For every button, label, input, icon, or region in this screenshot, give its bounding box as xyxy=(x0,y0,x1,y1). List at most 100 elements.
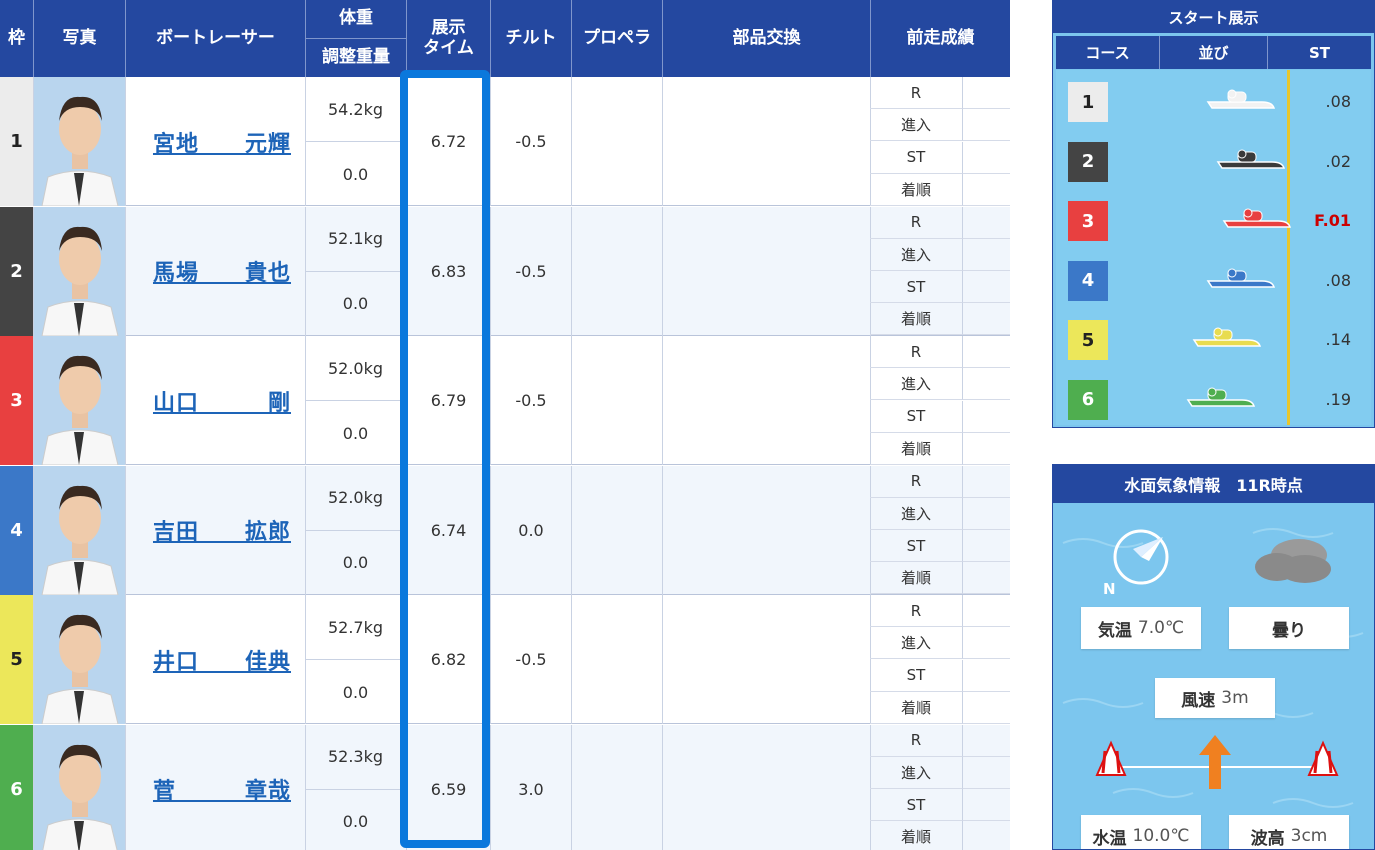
boat-icon xyxy=(1206,268,1276,288)
racer-photo xyxy=(34,77,126,206)
prev-result-label: 進入 xyxy=(870,627,963,660)
adjust-weight: 0.0 xyxy=(305,659,407,724)
parts-exchange-cell xyxy=(663,724,871,850)
water-temperature-value: 10.0℃ xyxy=(1132,826,1190,846)
boat-icon xyxy=(1206,89,1276,109)
prev-result-value xyxy=(963,692,1010,724)
header-adjust-weight: 調整重量 xyxy=(306,38,407,77)
start-display-header: コース 並び ST xyxy=(1056,36,1371,69)
exhibit-time: 6.83 xyxy=(407,206,491,336)
prev-result-value xyxy=(963,174,1010,206)
prev-result-label: 進入 xyxy=(870,756,963,789)
prev-result-label: 着順 xyxy=(870,173,963,206)
wave-height-box: 波高 3cm xyxy=(1229,815,1349,849)
temperature-value: 7.0℃ xyxy=(1137,618,1185,638)
prev-result-label: ST xyxy=(870,789,963,821)
racer-name-link[interactable]: 菅 章哉 xyxy=(153,773,291,805)
start-timing: .08 xyxy=(1325,270,1351,290)
course-number: 2 xyxy=(1068,141,1108,182)
propeller-cell xyxy=(572,77,663,206)
prev-result-label: 着順 xyxy=(870,303,963,336)
start-row: 2 .02 xyxy=(1056,130,1371,190)
table-row: 2 馬場 貴也 52.1kg 0.0 6.83 -0.5 R 進入 ST 着順 xyxy=(0,206,1010,336)
racer-name-link[interactable]: 吉田 拡郎 xyxy=(153,514,291,546)
prev-result-value xyxy=(963,142,1010,174)
prev-result-label: R xyxy=(870,724,963,757)
wave-height-value: 3cm xyxy=(1290,826,1328,846)
parts-exchange-cell xyxy=(663,465,871,595)
temperature-box: 気温 7.0℃ xyxy=(1081,607,1201,649)
wind-speed-box: 風速 3m xyxy=(1155,678,1275,718)
boat-icon xyxy=(1222,208,1292,228)
exhibit-time: 6.79 xyxy=(407,336,491,465)
propeller-cell xyxy=(572,724,663,850)
racer-name-link[interactable]: 山口 剛 xyxy=(153,385,291,417)
racer-name-cell: 吉田 拡郎 xyxy=(126,465,306,595)
boat-icon xyxy=(1192,327,1262,347)
prev-result-value xyxy=(963,368,1010,401)
start-display-panel: スタート展示 コース 並び ST 1 .08 2 .02 3 F.01 4 .0… xyxy=(1052,0,1375,428)
prev-result-value xyxy=(963,433,1010,465)
racer-photo xyxy=(34,595,126,724)
prev-result-label: 進入 xyxy=(870,368,963,401)
prev-result-value xyxy=(963,109,1010,142)
start-row: 3 F.01 xyxy=(1056,189,1371,249)
prev-result-label: ST xyxy=(870,271,963,303)
adjust-weight: 0.0 xyxy=(305,270,407,336)
waku-number: 1 xyxy=(0,77,34,206)
racer-name-link[interactable]: 井口 佳典 xyxy=(153,644,291,676)
prev-result-label: ST xyxy=(870,400,963,433)
waku-number: 3 xyxy=(0,336,34,465)
header-parts-exchange: 部品交換 xyxy=(663,0,871,77)
left-flag-icon xyxy=(1095,740,1127,776)
prev-result-value xyxy=(963,660,1010,692)
wind-arrow-icon xyxy=(1199,735,1231,789)
prev-result-value xyxy=(963,207,1010,239)
table-header: 枠 写真 ボートレーサー 体重 調整重量 展示 タイム チルト プロペラ 部品交… xyxy=(0,0,1010,77)
start-display-title: スタート展示 xyxy=(1053,1,1374,33)
prev-result-value xyxy=(963,530,1010,562)
prev-result-value xyxy=(963,401,1010,433)
weather-value: 曇り xyxy=(1272,620,1306,641)
header-st: ST xyxy=(1308,43,1331,62)
exhibit-time: 6.72 xyxy=(407,77,491,206)
racer-name-link[interactable]: 馬場 貴也 xyxy=(153,255,291,287)
racer-weight: 52.1kg xyxy=(305,206,407,271)
waku-number: 4 xyxy=(0,465,34,595)
table-row: 4 吉田 拡郎 52.0kg 0.0 6.74 0.0 R 進入 ST 着順 xyxy=(0,465,1010,595)
prev-result-value xyxy=(963,821,1010,850)
boat-icon xyxy=(1216,149,1286,169)
temperature-label: 気温 xyxy=(1097,620,1132,641)
start-row: 6 .19 xyxy=(1056,368,1371,426)
prev-result-label: 着順 xyxy=(870,821,963,850)
prev-result-value xyxy=(963,562,1010,595)
boat-icon xyxy=(1186,387,1256,407)
racer-name-link[interactable]: 宮地 元輝 xyxy=(153,126,291,158)
wind-speed-value: 3m xyxy=(1221,688,1249,708)
weather-box: 曇り xyxy=(1229,607,1349,649)
racer-name-cell: 馬場 貴也 xyxy=(126,206,306,336)
header-prev-result: 前走成績 xyxy=(906,27,975,48)
cloudy-icon xyxy=(1255,539,1331,583)
prev-result-value xyxy=(963,757,1010,789)
start-timing: .08 xyxy=(1325,92,1351,111)
header-exhibit-time: 展示 タイム xyxy=(407,0,491,77)
right-flag-icon xyxy=(1307,740,1339,776)
parts-exchange-cell xyxy=(663,206,871,336)
prev-result-label: R xyxy=(870,336,963,368)
racer-weight: 52.0kg xyxy=(305,336,407,400)
prev-result-value xyxy=(963,725,1010,757)
course-number: 3 xyxy=(1068,201,1108,241)
wind-direction-graphic xyxy=(1095,735,1339,789)
table-row: 6 菅 章哉 52.3kg 0.0 6.59 3.0 R 進入 ST 着順 xyxy=(0,724,1010,850)
tilt-value: 3.0 xyxy=(491,724,572,850)
prev-result-value xyxy=(963,789,1010,821)
course-number: 4 xyxy=(1068,260,1108,301)
prev-result-label: ST xyxy=(870,659,963,692)
prev-result-value xyxy=(963,77,1010,109)
start-row: 1 .08 xyxy=(1056,70,1371,130)
tilt-value: -0.5 xyxy=(491,77,572,206)
table-row: 3 山口 剛 52.0kg 0.0 6.79 -0.5 R 進入 ST 着順 xyxy=(0,336,1010,465)
weather-title: 水面気象情報 11R時点 xyxy=(1053,465,1374,503)
prev-result-label: 進入 xyxy=(870,109,963,142)
